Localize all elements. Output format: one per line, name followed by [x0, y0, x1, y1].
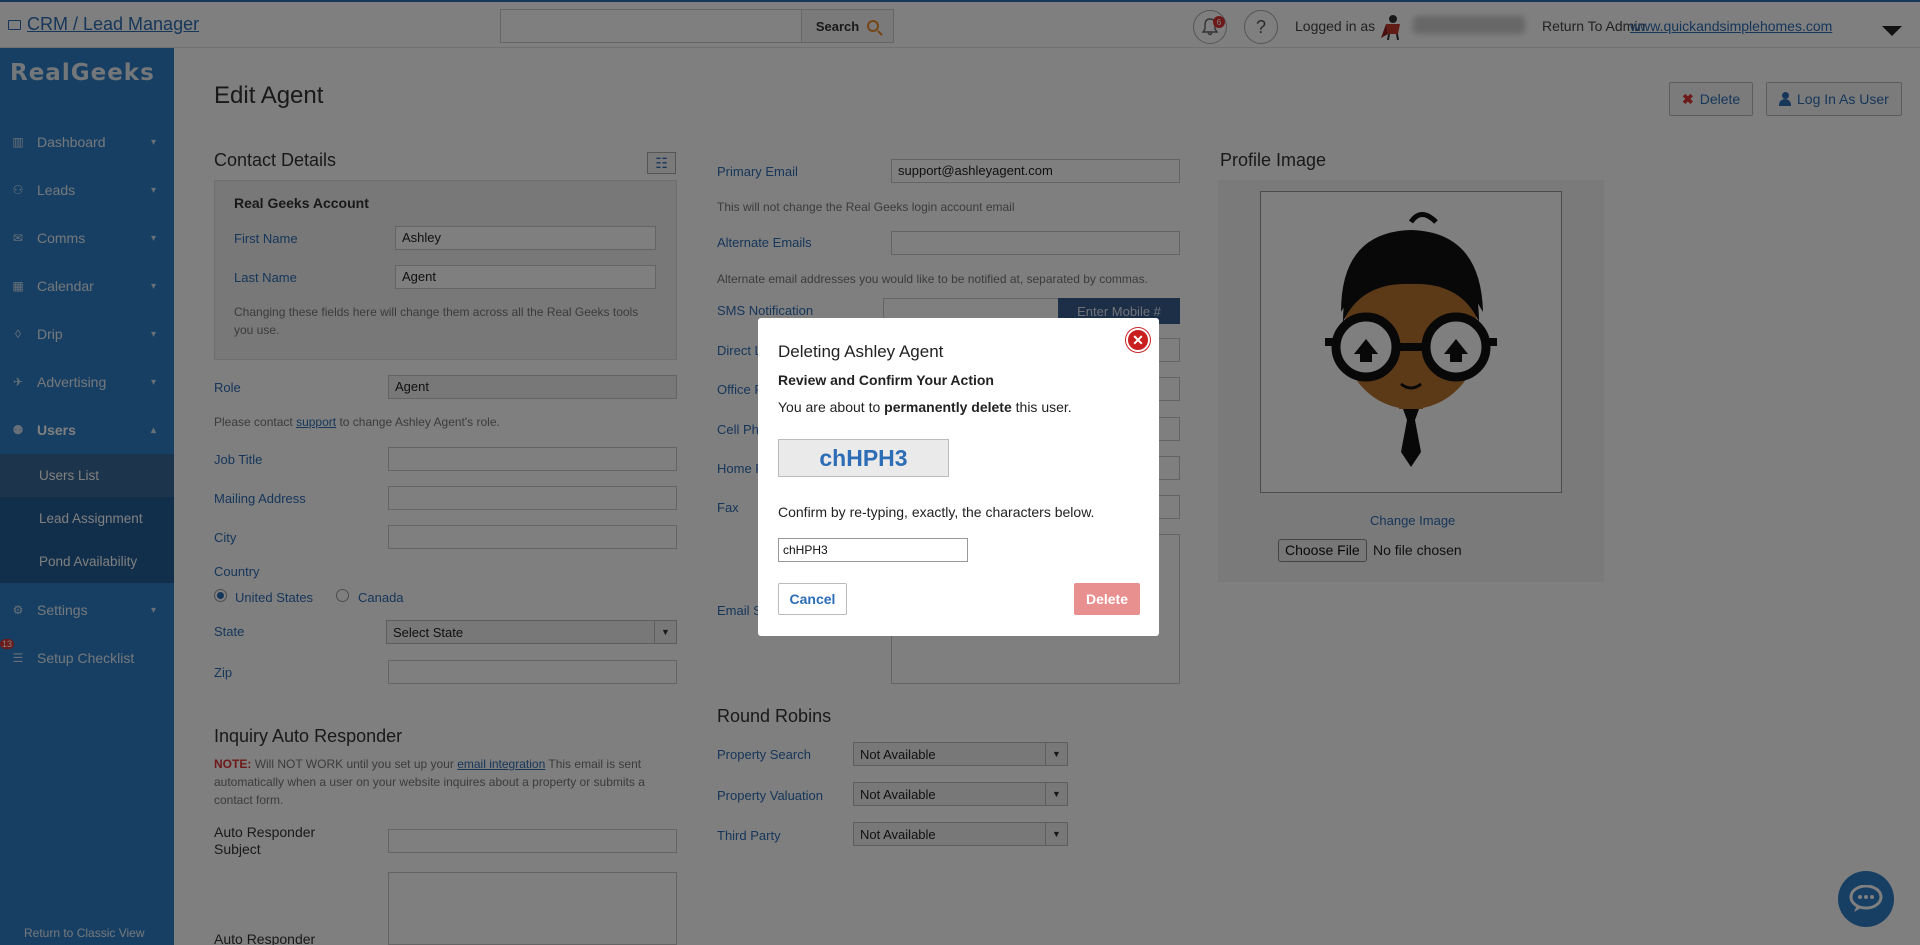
close-dialog-icon[interactable]: ✕	[1126, 328, 1150, 352]
dialog-warning-text: You are about to permanently delete this…	[778, 399, 1072, 415]
confirm-code-input[interactable]: chHPH3	[778, 538, 968, 562]
captcha-code: chHPH3	[778, 439, 949, 477]
confirm-delete-button[interactable]: Delete	[1074, 583, 1140, 615]
dialog-title: Deleting Ashley Agent	[778, 342, 944, 361]
cancel-button[interactable]: Cancel	[778, 583, 847, 615]
dialog-subtitle: Review and Confirm Your Action	[778, 372, 994, 388]
confirm-instruction: Confirm by re-typing, exactly, the chara…	[778, 504, 1095, 520]
